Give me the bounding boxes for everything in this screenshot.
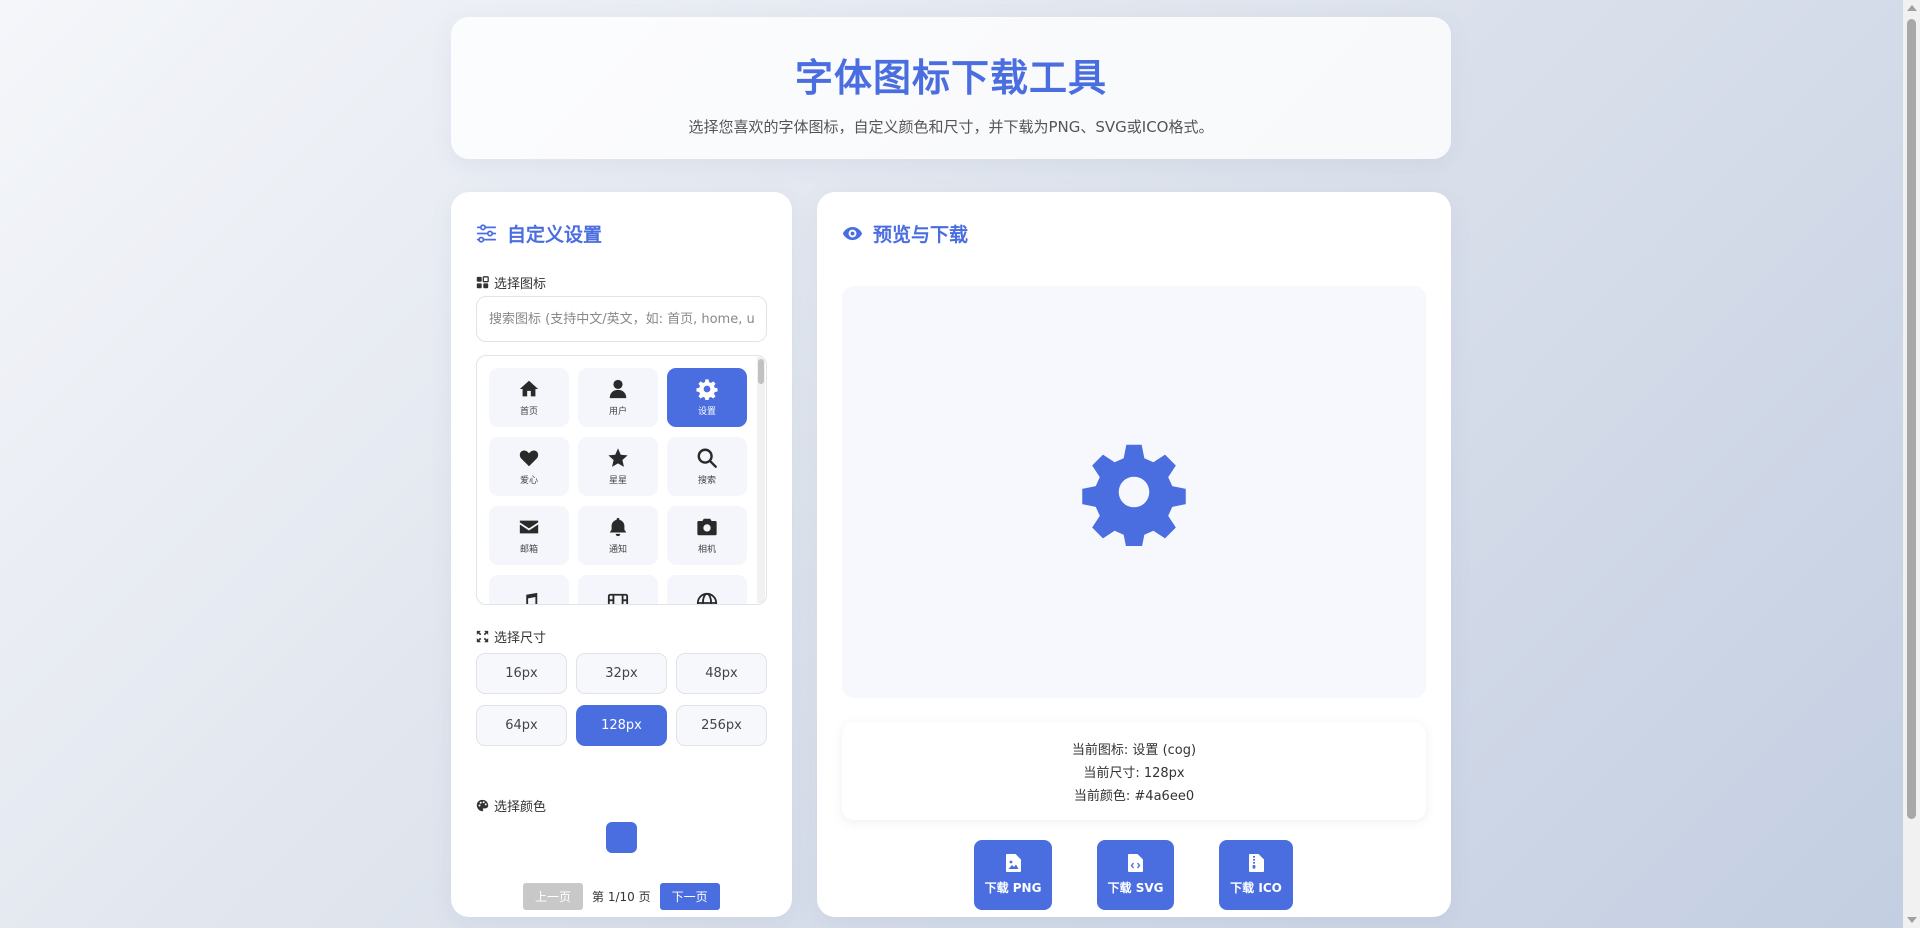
size-options: 16px 32px 48px 64px 128px 256px xyxy=(476,653,767,746)
current-selection-info: 当前图标: 设置 (cog) 当前尺寸: 128px 当前颜色: #4a6ee0 xyxy=(842,722,1426,820)
size-option-64[interactable]: 64px xyxy=(476,705,567,746)
star-icon xyxy=(608,448,628,467)
icon-preview-area xyxy=(842,286,1426,698)
settings-title: 自定义设置 xyxy=(476,220,602,247)
icon-tile-heart[interactable]: 爱心 xyxy=(489,437,569,496)
sliders-icon xyxy=(476,224,497,243)
icon-tile-music[interactable] xyxy=(489,575,569,604)
download-buttons: 下载 PNG 下载 SVG 下载 ICO xyxy=(974,840,1293,910)
page-subtitle: 选择您喜欢的字体图标，自定义颜色和尺寸，并下载为PNG、SVG或ICO格式。 xyxy=(688,118,1214,136)
user-icon xyxy=(609,379,627,399)
color-picker-swatch[interactable] xyxy=(606,822,637,853)
file-image-icon xyxy=(1005,854,1021,872)
icon-tile-globe[interactable] xyxy=(667,575,747,604)
preview-title: 预览与下载 xyxy=(842,220,968,247)
icon-grid: 首页 用户 设置 爱心 星星 搜索 邮箱 通知 相机 xyxy=(489,368,749,604)
scroll-up-arrow[interactable] xyxy=(1907,5,1917,11)
icon-tile-search[interactable]: 搜索 xyxy=(667,437,747,496)
bell-icon xyxy=(609,517,627,537)
current-color-text: 当前颜色: #4a6ee0 xyxy=(1073,788,1195,804)
eye-icon xyxy=(842,226,863,241)
download-svg-button[interactable]: 下载 SVG xyxy=(1097,840,1174,910)
settings-panel: 自定义设置 选择图标 首页 用户 设置 xyxy=(451,192,792,917)
grid-icon xyxy=(476,276,489,289)
film-icon xyxy=(607,593,629,604)
current-size-text: 当前尺寸: 128px xyxy=(1083,765,1185,781)
page-title: 字体图标下载工具 xyxy=(794,56,1107,100)
next-page-button[interactable]: 下一页 xyxy=(659,883,720,910)
settings-title-text: 自定义设置 xyxy=(507,224,603,246)
icon-section-label: 选择图标 xyxy=(476,273,546,292)
size-option-48[interactable]: 48px xyxy=(676,653,767,694)
icon-tile-bell[interactable]: 通知 xyxy=(578,506,658,565)
size-option-128[interactable]: 128px xyxy=(576,705,667,746)
icon-tile-settings[interactable]: 设置 xyxy=(667,368,747,427)
prev-page-button[interactable]: 上一页 xyxy=(523,883,584,910)
icon-tile-camera[interactable]: 相机 xyxy=(667,506,747,565)
palette-icon xyxy=(476,799,489,812)
icon-grid-scrollbar[interactable] xyxy=(757,357,765,603)
icon-tile-user[interactable]: 用户 xyxy=(578,368,658,427)
gear-icon xyxy=(696,379,718,400)
preview-panel: 预览与下载 当前图标: 设置 (cog) 当前尺寸: 128px 当前颜色: #… xyxy=(817,192,1451,917)
download-ico-button[interactable]: 下载 ICO xyxy=(1219,840,1293,910)
icon-tile-home[interactable]: 首页 xyxy=(489,368,569,427)
download-png-button[interactable]: 下载 PNG xyxy=(974,840,1052,910)
size-option-32[interactable]: 32px xyxy=(576,653,667,694)
music-icon xyxy=(526,592,538,604)
scroll-down-arrow[interactable] xyxy=(1907,917,1917,923)
file-code-icon xyxy=(1128,854,1143,872)
home-icon xyxy=(519,380,539,397)
camera-icon xyxy=(697,518,717,536)
heart-icon xyxy=(519,450,539,467)
envelope-icon xyxy=(519,520,539,534)
icon-grid-container: 首页 用户 设置 爱心 星星 搜索 邮箱 通知 相机 xyxy=(476,355,767,605)
size-option-256[interactable]: 256px xyxy=(676,705,767,746)
icon-tile-star[interactable]: 星星 xyxy=(578,437,658,496)
size-section-label: 选择尺寸 xyxy=(476,627,546,646)
globe-icon xyxy=(696,592,718,604)
icon-tile-mail[interactable]: 邮箱 xyxy=(489,506,569,565)
search-icon xyxy=(697,448,717,468)
icon-search-input[interactable] xyxy=(476,296,767,342)
file-zipper-icon xyxy=(1248,854,1264,872)
gear-icon xyxy=(1082,444,1186,546)
size-option-16[interactable]: 16px xyxy=(476,653,567,694)
page-indicator: 第 1/10 页 xyxy=(592,890,651,904)
pagination: 上一页 第 1/10 页 下一页 xyxy=(523,883,720,910)
header-card: 字体图标下载工具 选择您喜欢的字体图标，自定义颜色和尺寸，并下载为PNG、SVG… xyxy=(451,17,1451,159)
page-scrollbar[interactable] xyxy=(1903,0,1920,928)
preview-title-text: 预览与下载 xyxy=(873,224,969,246)
icon-grid-scrollbar-thumb[interactable] xyxy=(758,359,764,384)
page-scrollbar-thumb[interactable] xyxy=(1907,19,1916,819)
icon-tile-film[interactable] xyxy=(578,575,658,604)
expand-icon xyxy=(476,630,489,643)
color-section-label: 选择颜色 xyxy=(476,796,546,815)
current-icon-text: 当前图标: 设置 (cog) xyxy=(1071,742,1197,758)
